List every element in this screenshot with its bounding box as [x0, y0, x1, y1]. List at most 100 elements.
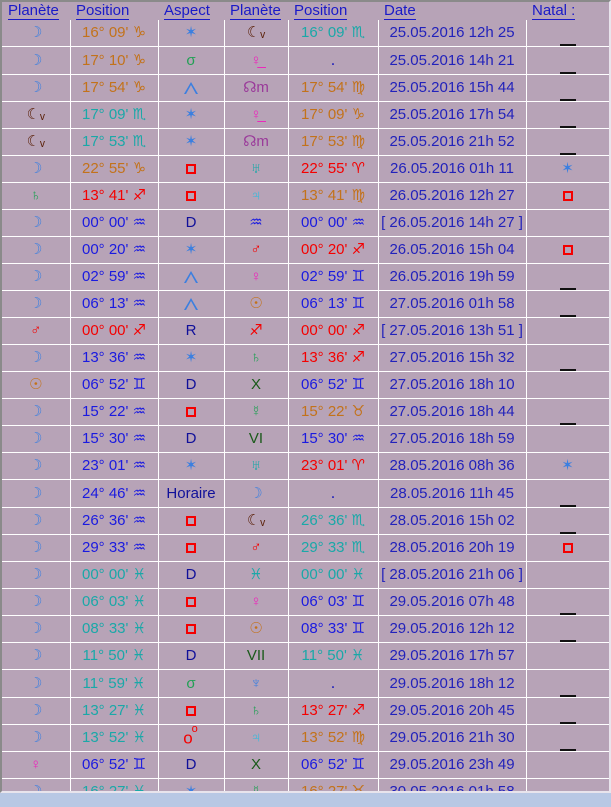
cell-position-1[interactable]: 00° 00' ♒ — [70, 209, 159, 237]
cell-position-1[interactable]: 13° 27' ♓ — [70, 697, 159, 725]
cell-natal[interactable] — [526, 724, 609, 752]
cell-planet-1[interactable]: ☽ — [2, 155, 71, 183]
cell-natal[interactable] — [526, 669, 609, 698]
cell-natal[interactable] — [526, 697, 609, 725]
cell-aspect[interactable] — [158, 398, 225, 426]
cell-planet-1[interactable]: ☾ᵥ — [2, 101, 71, 129]
cell-planet-1[interactable]: ☽ — [2, 398, 71, 426]
cell-position-1[interactable]: 00° 20' ♒ — [70, 236, 159, 264]
cell-planet-1[interactable]: ☉ — [2, 371, 71, 399]
cell-planet-1[interactable]: ☽ — [2, 74, 71, 102]
cell-position-1[interactable]: 06° 52' ♊ — [70, 371, 159, 399]
cell-position-1[interactable]: 16° 27' ♓ — [70, 778, 159, 791]
table-row[interactable]: ☽ 00° 20' ♒ ✶ ♂ 00° 20' ♐ 26.05.2016 15h 04 — [2, 236, 609, 264]
cell-date[interactable]: 27.05.2016 15h 32 — [378, 344, 527, 372]
cell-planet-2[interactable]: ☾ᵥ — [224, 20, 289, 47]
cell-planet-2[interactable]: ♀ — [224, 588, 289, 616]
cell-position-2[interactable]: 06° 52' ♊ — [288, 371, 379, 399]
cell-aspect[interactable]: D — [158, 425, 225, 453]
cell-position-1[interactable]: 13° 52' ♓ — [70, 724, 159, 752]
cell-date[interactable]: 29.05.2016 21h 30 — [378, 724, 527, 752]
cell-natal[interactable] — [526, 534, 609, 562]
cell-natal[interactable] — [526, 615, 609, 643]
cell-natal[interactable] — [526, 263, 609, 291]
cell-aspect[interactable]: ✶ — [158, 101, 225, 129]
cell-aspect[interactable]: ✶ — [158, 20, 225, 47]
cell-position-1[interactable]: 17° 10' ♑ — [70, 46, 159, 75]
header-position-1[interactable]: Position — [70, 2, 158, 20]
cell-planet-1[interactable]: ☽ — [2, 46, 71, 75]
cell-planet-1[interactable]: ☽ — [2, 615, 71, 643]
cell-planet-1[interactable]: ♄ — [2, 182, 71, 210]
cell-position-1[interactable]: 06° 03' ♓ — [70, 588, 159, 616]
cell-date[interactable]: 27.05.2016 18h 44 — [378, 398, 527, 426]
cell-aspect[interactable]: D — [158, 371, 225, 399]
table-row[interactable]: ☽ 15° 30' ♒ D VI 15° 30' ♒ 27.05.2016 18h 59 — [2, 425, 609, 453]
cell-aspect[interactable] — [158, 507, 225, 535]
cell-planet-2[interactable]: ☊m — [224, 128, 289, 156]
cell-planet-1[interactable]: ♀ — [2, 751, 71, 779]
cell-aspect[interactable]: ✶ — [158, 778, 225, 791]
cell-planet-2[interactable]: X — [224, 371, 289, 399]
cell-position-2[interactable]: 00° 00' ♒ — [288, 209, 379, 237]
cell-date[interactable]: 25.05.2016 15h 44 — [378, 74, 527, 102]
cell-aspect[interactable] — [158, 263, 225, 291]
cell-position-2[interactable]: 13° 36' ♐ — [288, 344, 379, 372]
cell-planet-2[interactable]: ♄ — [224, 344, 289, 372]
cell-aspect[interactable] — [158, 615, 225, 643]
cell-position-2[interactable]: 08° 33' ♊ — [288, 615, 379, 643]
cell-date[interactable]: 25.05.2016 17h 54 — [378, 101, 527, 129]
cell-position-1[interactable]: 00° 00' ♓ — [70, 561, 159, 589]
cell-position-2[interactable]: 13° 27' ♐ — [288, 697, 379, 725]
table-row[interactable]: ☽ 08° 33' ♓ ☉ 08° 33' ♊ 29.05.2016 12h 12 — [2, 615, 609, 643]
cell-planet-2[interactable]: ☽ — [224, 479, 289, 508]
cell-position-2[interactable]: 15° 22' ♉ — [288, 398, 379, 426]
cell-planet-1[interactable]: ☽ — [2, 724, 71, 752]
cell-date[interactable]: 29.05.2016 18h 12 — [378, 669, 527, 698]
cell-position-2[interactable]: 06° 13' ♊ — [288, 290, 379, 318]
cell-date[interactable]: 29.05.2016 20h 45 — [378, 697, 527, 725]
cell-date[interactable]: 26.05.2016 15h 04 — [378, 236, 527, 264]
cell-planet-2[interactable]: ♅ — [224, 452, 289, 480]
cell-position-2[interactable]: 06° 03' ♊ — [288, 588, 379, 616]
cell-aspect[interactable]: σ — [158, 46, 225, 75]
cell-planet-1[interactable]: ☽ — [2, 697, 71, 725]
cell-planet-2[interactable]: ♂ — [224, 534, 289, 562]
cell-position-1[interactable]: 13° 36' ♒ — [70, 344, 159, 372]
cell-natal[interactable] — [526, 425, 609, 453]
cell-position-1[interactable]: 24° 46' ♒ — [70, 479, 159, 508]
table-row[interactable]: ☽ 00° 00' ♒ D ♒ 00° 00' ♒[ 26.05.2016 14h 27… — [2, 209, 609, 237]
cell-date[interactable]: 26.05.2016 12h 27 — [378, 182, 527, 210]
cell-position-2[interactable]: 22° 55' ♈ — [288, 155, 379, 183]
table-row[interactable]: ☽ 13° 27' ♓ ♄ 13° 27' ♐ 29.05.2016 20h 45 — [2, 697, 609, 725]
cell-planet-1[interactable]: ☽ — [2, 452, 71, 480]
cell-date[interactable]: 29.05.2016 07h 48 — [378, 588, 527, 616]
cell-planet-2[interactable]: ♀̲ — [224, 46, 289, 75]
cell-date[interactable]: 29.05.2016 17h 57 — [378, 642, 527, 670]
cell-position-2[interactable]: 00° 20' ♐ — [288, 236, 379, 264]
cell-aspect[interactable]: D — [158, 751, 225, 779]
cell-position-2[interactable]: . — [288, 46, 379, 75]
cell-position-1[interactable]: 15° 22' ♒ — [70, 398, 159, 426]
table-row[interactable]: ☽ 00° 00' ♓ D ♓ 00° 00' ♓[ 28.05.2016 21h 06… — [2, 561, 609, 589]
cell-aspect[interactable] — [158, 290, 225, 318]
cell-aspect[interactable]: oo — [158, 724, 225, 752]
cell-planet-1[interactable]: ☽ — [2, 534, 71, 562]
cell-natal[interactable] — [526, 128, 609, 156]
cell-date[interactable]: [ 28.05.2016 21h 06 ] — [378, 561, 527, 589]
cell-natal[interactable] — [526, 20, 609, 47]
cell-natal[interactable] — [526, 778, 609, 791]
table-row[interactable]: ☾ᵥ 17° 53' ♏ ✶ ☊m 17° 53' ♍ 25.05.2016 21h 52 — [2, 128, 609, 156]
cell-date[interactable]: [ 26.05.2016 14h 27 ] — [378, 209, 527, 237]
cell-planet-2[interactable]: ♐ — [224, 317, 289, 345]
table-row[interactable]: ☽ 16° 09' ♑ ✶ ☾ᵥ 16° 09' ♏ 25.05.2016 12h 25 — [2, 20, 609, 47]
header-position-2[interactable]: Position — [288, 2, 378, 20]
cell-position-2[interactable]: 00° 00' ♐ — [288, 317, 379, 345]
table-row[interactable]: ♂ 00° 00' ♐ R ♐ 00° 00' ♐[ 27.05.2016 13h 51… — [2, 317, 609, 345]
cell-date[interactable]: 26.05.2016 19h 59 — [378, 263, 527, 291]
cell-planet-1[interactable]: ☽ — [2, 263, 71, 291]
table-row[interactable]: ☽ 11° 59' ♓ σ ♆. 29.05.2016 18h 12 — [2, 669, 609, 698]
cell-position-2[interactable]: 11° 50' ♓ — [288, 642, 379, 670]
table-row[interactable]: ☽ 23° 01' ♒ ✶ ♅ 23° 01' ♈ 28.05.2016 08h 36 ✶ — [2, 452, 609, 480]
cell-natal[interactable]: ✶ — [526, 155, 609, 183]
